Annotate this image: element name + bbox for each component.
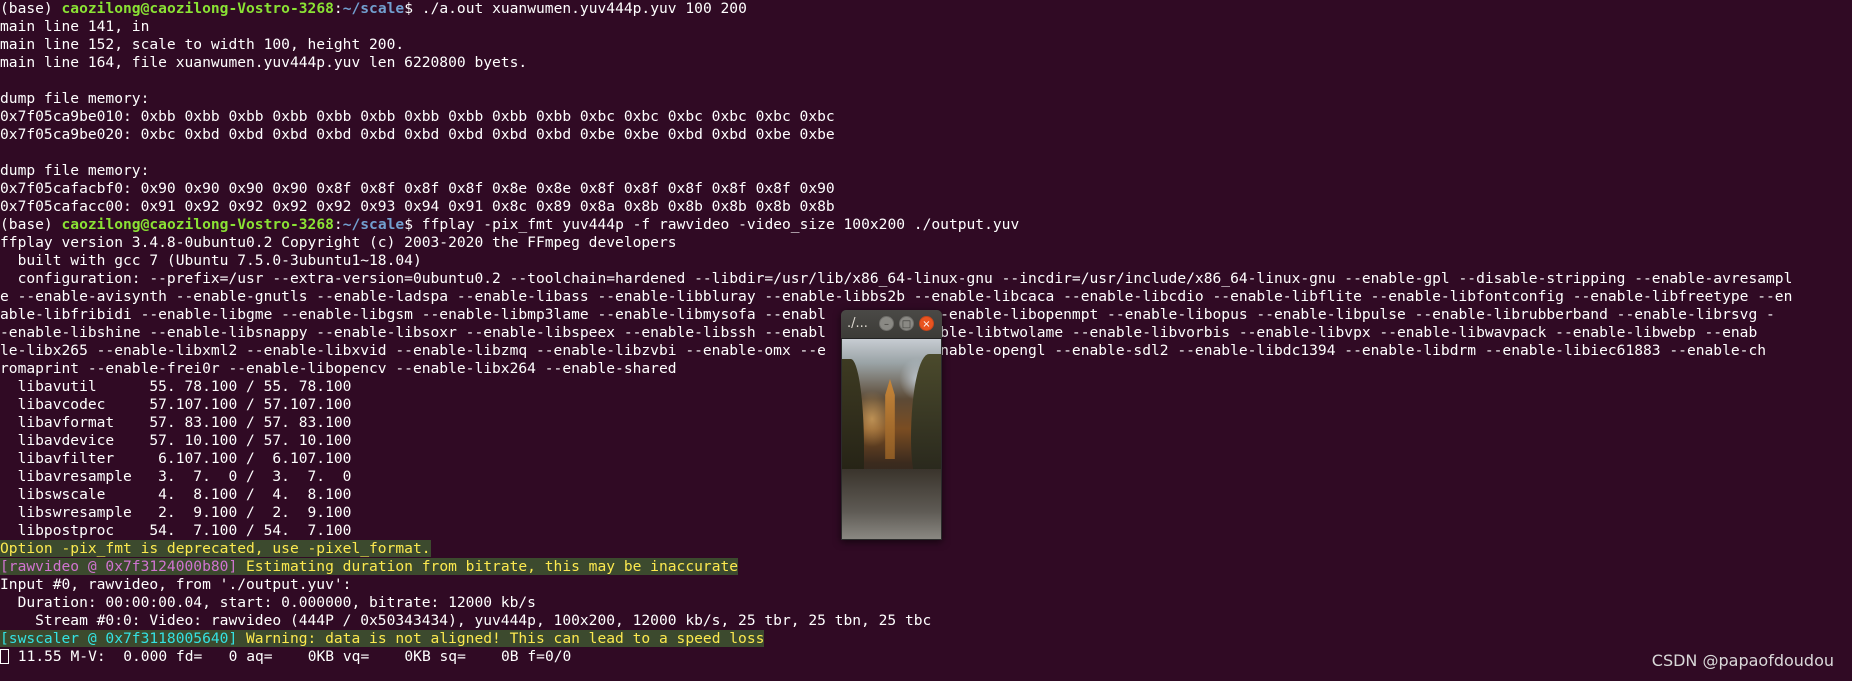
csdn-watermark: CSDN @papaofdoudou — [1651, 651, 1834, 670]
prompt-dollar: $ — [404, 0, 422, 17]
status-line: 11.55 M-V: 0.000 fd= 0 aq= 0KB vq= 0KB s… — [0, 648, 1852, 666]
video-frame[interactable] — [842, 339, 941, 539]
ffplay-window-title: ./... — [847, 316, 868, 331]
swscaler-message: Warning: data is not aligned! This can l… — [237, 630, 765, 647]
output-line: Stream #0:0: Video: rawvideo (444P / 0x5… — [0, 612, 932, 629]
output-line: 0x7f05cafacbf0: 0x90 0x90 0x90 0x90 0x8f… — [0, 180, 835, 197]
output-line: main line 164, file xuanwumen.yuv444p.yu… — [0, 54, 528, 71]
output-line: Input #0, rawvideo, from './output.yuv': — [0, 576, 352, 593]
prompt-user-host: caozilong@caozilong-Vostro-3268 — [61, 216, 334, 233]
prompt-path: ~/scale — [342, 216, 405, 233]
output-line: 0x7f05ca9be010: 0xbb 0xbb 0xbb 0xbb 0xbb… — [0, 108, 835, 125]
prompt-colon: : — [333, 216, 343, 233]
prompt-env: (base) — [0, 0, 62, 17]
swscaler-warning-line: [swscaler @ 0x7f3118005640] Warning: dat… — [0, 630, 1852, 648]
rawvideo-warning-line: [rawvideo @ 0x7f3124000b80] Estimating d… — [0, 558, 1852, 576]
video-church — [885, 379, 895, 459]
output-line: dump file memory: — [0, 90, 150, 107]
command-text: ffplay -pix_fmt yuv444p -f rawvideo -vid… — [421, 216, 1020, 233]
video-ground — [842, 469, 941, 539]
command-text: ./a.out xuanwumen.yuv444p.yuv 100 200 — [421, 0, 747, 17]
output-line: e --enable-avisynth --enable-gnutls --en… — [0, 288, 1793, 305]
close-button[interactable]: × — [919, 316, 934, 331]
deprecated-warning: Option -pix_fmt is deprecated, use -pixe… — [0, 540, 431, 557]
program-output-block: main line 141, in main line 152, scale to… — [0, 18, 1852, 216]
prompt-env: (base) — [0, 216, 62, 233]
swscaler-tag: [swscaler @ 0x7f3118005640] — [0, 630, 238, 647]
rawvideo-tag: [rawvideo @ 0x7f3124000b80] — [0, 558, 238, 575]
ffplay-titlebar[interactable]: ./... – □ × — [841, 310, 942, 339]
text-cursor — [0, 649, 9, 664]
prompt-dollar: $ — [404, 216, 422, 233]
output-line: dump file memory: — [0, 162, 150, 179]
prompt-path: ~/scale — [342, 0, 405, 17]
minimize-button[interactable]: – — [879, 316, 894, 331]
output-line: main line 152, scale to width 100, heigh… — [0, 36, 405, 53]
deprecated-warning-line: Option -pix_fmt is deprecated, use -pixe… — [0, 540, 1852, 558]
prompt-line-1: (base) caozilong@caozilong-Vostro-3268:~… — [0, 0, 1852, 18]
prompt-colon: : — [333, 0, 343, 17]
output-line: configuration: --prefix=/usr --extra-ver… — [0, 270, 1793, 287]
output-line: ffplay version 3.4.8-0ubuntu0.2 Copyrigh… — [0, 234, 677, 251]
output-line: 0x7f05cafacc00: 0x91 0x92 0x92 0x92 0x92… — [0, 198, 835, 215]
input-info-block: Input #0, rawvideo, from './output.yuv':… — [0, 576, 1852, 630]
prompt-line-2: (base) caozilong@caozilong-Vostro-3268:~… — [0, 216, 1852, 234]
ffplay-window[interactable]: ./... – □ × — [841, 310, 942, 540]
rawvideo-message: Estimating duration from bitrate, this m… — [237, 558, 739, 575]
output-line: built with gcc 7 (Ubuntu 7.5.0-3ubuntu1~… — [0, 252, 422, 269]
output-line: main line 141, in — [0, 18, 150, 35]
output-line: 0x7f05ca9be020: 0xbc 0xbd 0xbd 0xbd 0xbd… — [0, 126, 835, 143]
prompt-user-host: caozilong@caozilong-Vostro-3268 — [61, 0, 334, 17]
output-line: Duration: 00:00:00.04, start: 0.000000, … — [0, 594, 536, 611]
maximize-button[interactable]: □ — [899, 316, 914, 331]
status-text: 11.55 M-V: 0.000 fd= 0 aq= 0KB vq= 0KB s… — [9, 648, 572, 665]
